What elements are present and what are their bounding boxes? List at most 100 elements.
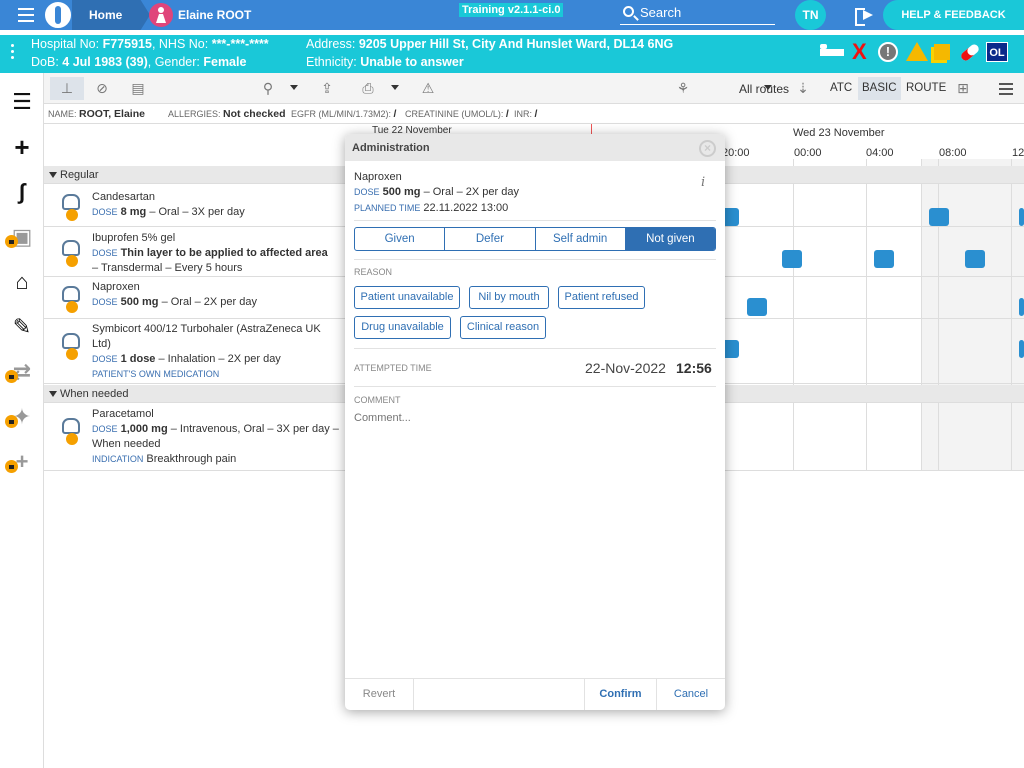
more-options-icon[interactable] xyxy=(11,44,15,62)
drug-name: Naproxen xyxy=(354,171,402,183)
chevron-down-icon[interactable] xyxy=(391,85,399,90)
chart-toolbar: ⊥ ⊘ ▤ ⚲ ⇪ ⎙ ⚠ ⚘ All routes ⇣ ATC BASIC R… xyxy=(44,73,1024,104)
warning-icon[interactable] xyxy=(906,42,928,61)
reason-clinical-reason[interactable]: Clinical reason xyxy=(460,316,546,339)
chevron-down-icon[interactable] xyxy=(290,85,298,90)
revert-button[interactable]: Revert xyxy=(345,679,413,710)
inhaler-medication-icon xyxy=(60,331,82,360)
divider xyxy=(354,386,716,387)
left-rail: ☰ + ∫ ▣ ⌂ ✎ ⇄ ✦ + xyxy=(0,73,44,768)
administer-icon[interactable]: ⊥ xyxy=(50,77,84,100)
allergies-field: ALLERGIES: Not checked xyxy=(168,108,286,120)
grid-view-icon[interactable]: ⊞ xyxy=(950,77,976,100)
reason-drug-unavailable[interactable]: Drug unavailable xyxy=(354,316,451,339)
edit-chart-icon[interactable]: ✎ xyxy=(9,314,35,340)
comment-label: COMMENT xyxy=(354,395,401,405)
time-tick: 08:00 xyxy=(939,147,967,159)
time-tick: 20:00 xyxy=(722,147,750,159)
reason-patient-unavailable[interactable]: Patient unavailable xyxy=(354,286,460,309)
oral-medication-icon xyxy=(60,192,82,221)
reason-patient-refused[interactable]: Patient refused xyxy=(558,286,645,309)
dose-block[interactable] xyxy=(782,250,802,268)
medication-text: Naproxen DOSE 500 mg – Oral – 2X per day xyxy=(92,281,257,308)
medication-text: Symbicort 400/12 Turbohaler (AstraZeneca… xyxy=(92,323,321,379)
divider xyxy=(354,220,716,221)
stethoscope-icon[interactable]: ∫ xyxy=(9,179,35,205)
comment-input[interactable] xyxy=(354,412,716,672)
info-icon[interactable]: i xyxy=(701,175,711,190)
time-tick: 04:00 xyxy=(866,147,894,159)
dose-block[interactable] xyxy=(965,250,985,268)
divider xyxy=(413,679,414,710)
documents-icon[interactable] xyxy=(934,44,950,60)
confirm-button[interactable]: Confirm xyxy=(585,679,656,710)
document-icon[interactable]: ▤ xyxy=(125,77,151,100)
alert-icon[interactable]: ⚠ xyxy=(415,77,441,100)
time-tick: 12 xyxy=(1012,147,1024,159)
atc-toggle[interactable]: ATC xyxy=(826,77,856,100)
home-tab-label: Home xyxy=(89,8,123,22)
dose-block[interactable] xyxy=(1019,208,1024,226)
add-medication-icon[interactable]: ⚲ xyxy=(255,77,281,100)
menu-icon[interactable] xyxy=(999,83,1013,98)
self-admin-option[interactable]: Self admin xyxy=(536,228,626,250)
dose-block[interactable] xyxy=(929,208,949,226)
creatinine-field: CREATININE (UMOL/L): / xyxy=(405,108,509,120)
dialog-header: Administration × xyxy=(345,134,725,161)
route-toggle[interactable]: ROUTE xyxy=(902,77,950,100)
status-segmented-control: Given Defer Self admin Not given xyxy=(354,227,716,251)
iv-medication-icon xyxy=(60,416,82,445)
export-icon[interactable]: ⇪ xyxy=(314,77,340,100)
sort-icon[interactable]: ⇣ xyxy=(790,77,816,100)
print-icon[interactable]: ⎙ xyxy=(355,77,381,100)
list-icon[interactable]: ☰ xyxy=(9,89,35,115)
logout-icon[interactable] xyxy=(855,8,875,26)
lock-icon xyxy=(5,235,18,248)
attempted-time-value[interactable]: 12:56 xyxy=(676,360,712,376)
bed-icon[interactable] xyxy=(818,42,846,62)
dose-block[interactable] xyxy=(1019,298,1024,316)
routes-icon: ⚘ xyxy=(676,80,690,96)
app-logo-icon xyxy=(43,0,73,30)
divider xyxy=(354,259,716,260)
lock-icon xyxy=(5,370,18,383)
cancel-button[interactable]: Cancel xyxy=(657,679,725,710)
exclamation-icon[interactable]: ! xyxy=(878,42,898,62)
dialog-title: Administration xyxy=(352,142,430,154)
attempted-time-label: ATTEMPTED TIME xyxy=(354,363,432,373)
top-bar: Home Elaine ROOT Training v2.1.1-ci.0 Se… xyxy=(0,0,1024,30)
female-patient-icon xyxy=(149,3,173,27)
drug-dose: DOSE 500 mg – Oral – 2X per day xyxy=(354,186,519,198)
ol-badge[interactable]: OL xyxy=(986,42,1008,62)
dose-block[interactable] xyxy=(874,250,894,268)
pill-icon[interactable] xyxy=(959,42,981,63)
reason-nil-by-mouth[interactable]: Nil by mouth xyxy=(469,286,549,309)
red-x-icon[interactable]: X xyxy=(852,41,872,63)
hamburger-menu-icon[interactable] xyxy=(18,8,34,22)
dose-block[interactable] xyxy=(1019,340,1024,358)
search-box[interactable]: Search xyxy=(620,3,775,25)
add-icon[interactable]: + xyxy=(9,134,35,160)
divider xyxy=(354,348,716,349)
medication-text: Candesartan DOSE 8 mg – Oral – 3X per da… xyxy=(92,191,245,218)
discontinue-icon[interactable]: ⊘ xyxy=(89,77,115,100)
help-feedback-button[interactable]: HELP & FEEDBACK xyxy=(883,0,1024,30)
user-avatar[interactable]: TN xyxy=(795,0,826,30)
lock-icon xyxy=(5,460,18,473)
attempted-date-value[interactable]: 22-Nov-2022 xyxy=(585,360,666,376)
defer-option[interactable]: Defer xyxy=(445,228,536,250)
chevron-down-icon[interactable] xyxy=(764,85,772,90)
patient-name[interactable]: Elaine ROOT xyxy=(178,8,251,22)
time-tick: 00:00 xyxy=(794,147,822,159)
home-tab[interactable]: Home xyxy=(72,0,150,30)
close-icon[interactable]: × xyxy=(699,140,716,157)
reason-label: REASON xyxy=(354,267,393,277)
home-plus-icon[interactable]: ⌂ xyxy=(9,269,35,295)
dob-gender-line: DoB: 4 Jul 1983 (39), Gender: Female xyxy=(31,55,247,69)
search-icon xyxy=(623,6,634,17)
training-badge: Training v2.1.1-ci.0 xyxy=(459,3,564,17)
given-option[interactable]: Given xyxy=(355,228,446,250)
dose-block[interactable] xyxy=(747,298,767,316)
basic-toggle[interactable]: BASIC xyxy=(858,77,901,100)
not-given-option[interactable]: Not given xyxy=(625,228,715,250)
